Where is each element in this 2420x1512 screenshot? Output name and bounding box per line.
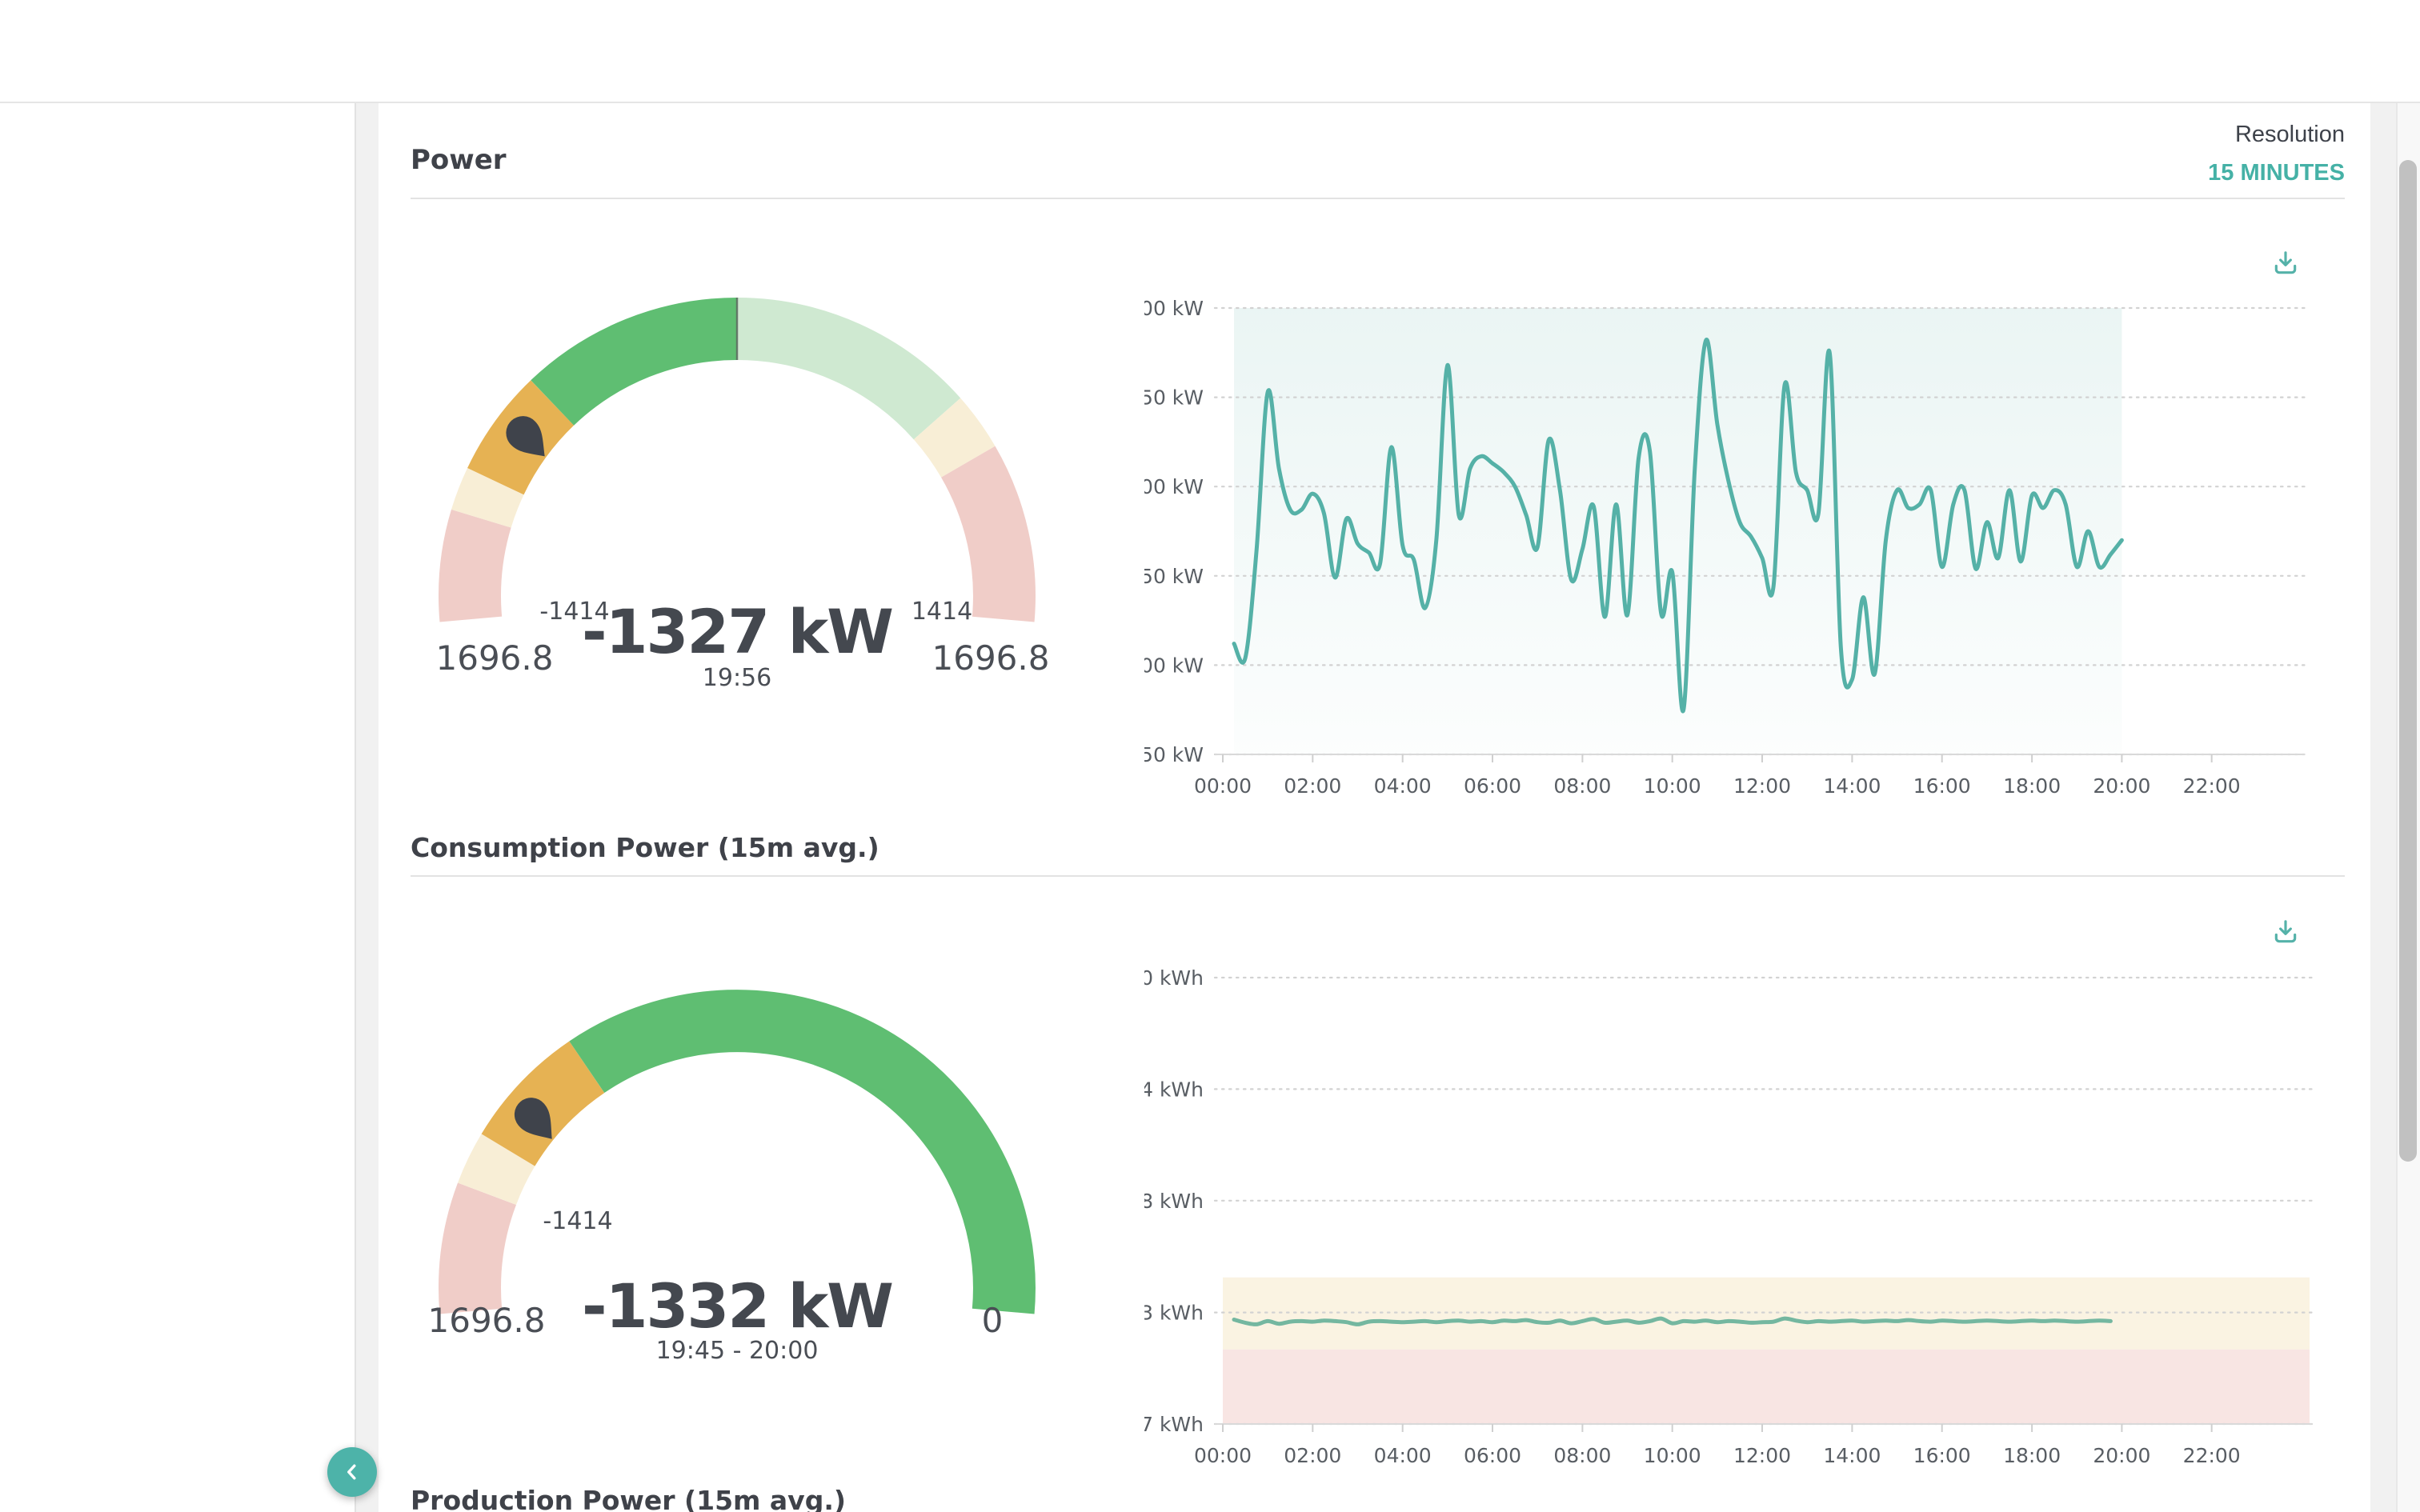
svg-text:00:00: 00:00 bbox=[1194, 774, 1252, 798]
svg-text:06:00: 06:00 bbox=[1464, 1444, 1521, 1467]
gauge-value: -1327 kW bbox=[537, 596, 937, 667]
gauge-tick-label: -1414 bbox=[498, 1207, 658, 1235]
consumption-line-chart[interactable]: 0 kWh -424 kWh -848 kWh -1273 kWh -1697 kWh 0… bbox=[1144, 912, 2401, 1512]
svg-text:0 kWh: 0 kWh bbox=[1144, 966, 1204, 990]
gauge-timestamp: 19:45 - 20:00 bbox=[597, 1337, 877, 1365]
svg-text:16:00: 16:00 bbox=[1913, 774, 1971, 798]
app-root: Gridly .energy Grid monitor bbox=[0, 0, 2420, 1512]
resolution-value[interactable]: 15 MINUTES bbox=[2065, 160, 2345, 186]
svg-text:22:00: 22:00 bbox=[2183, 774, 2241, 798]
svg-text:12:00: 12:00 bbox=[1733, 1444, 1791, 1467]
svg-text:-1273 kWh: -1273 kWh bbox=[1144, 1302, 1204, 1325]
svg-text:18:00: 18:00 bbox=[2003, 774, 2061, 798]
svg-text:-424 kWh: -424 kWh bbox=[1144, 1078, 1204, 1101]
svg-text:-1697 kWh: -1697 kWh bbox=[1144, 1413, 1204, 1436]
svg-text:-1300 kW: -1300 kW bbox=[1144, 475, 1204, 498]
svg-text:08:00: 08:00 bbox=[1553, 1444, 1611, 1467]
svg-text:20:00: 20:00 bbox=[2093, 1444, 2150, 1467]
svg-text:18:00: 18:00 bbox=[2003, 1444, 2061, 1467]
section-title-consumption: Consumption Power (15m avg.) bbox=[411, 832, 879, 863]
section-divider bbox=[411, 875, 2345, 877]
svg-text:16:00: 16:00 bbox=[1913, 1444, 1971, 1467]
vertical-scrollbar-thumb[interactable] bbox=[2399, 160, 2417, 1162]
section-title-production: Production Power (15m avg.) bbox=[411, 1485, 846, 1512]
svg-text:-1350 kW: -1350 kW bbox=[1144, 565, 1204, 588]
resolution-label: Resolution bbox=[2145, 122, 2345, 148]
app-header bbox=[0, 0, 2420, 103]
section-title-power: Power bbox=[411, 144, 507, 176]
svg-text:10:00: 10:00 bbox=[1644, 1444, 1701, 1467]
chevron-left-icon bbox=[339, 1458, 366, 1486]
svg-text:-848 kWh: -848 kWh bbox=[1144, 1190, 1204, 1213]
gauge-timestamp: 19:56 bbox=[617, 664, 857, 692]
sidebar-collapse-button[interactable] bbox=[327, 1447, 377, 1497]
svg-text:-1250 kW: -1250 kW bbox=[1144, 386, 1204, 410]
svg-text:20:00: 20:00 bbox=[2093, 774, 2150, 798]
section-divider bbox=[411, 198, 2345, 199]
svg-text:04:00: 04:00 bbox=[1374, 1444, 1432, 1467]
svg-text:22:00: 22:00 bbox=[2183, 1444, 2241, 1467]
svg-text:-1400 kW: -1400 kW bbox=[1144, 654, 1204, 677]
svg-text:02:00: 02:00 bbox=[1284, 1444, 1341, 1467]
sidebar bbox=[0, 103, 356, 1512]
svg-text:10:00: 10:00 bbox=[1644, 774, 1701, 798]
power-line-chart[interactable]: -1200 kW -1250 kW -1300 kW -1350 kW -1400 kW… bbox=[1144, 240, 2401, 848]
svg-text:04:00: 04:00 bbox=[1374, 774, 1432, 798]
svg-text:12:00: 12:00 bbox=[1733, 774, 1791, 798]
svg-text:00:00: 00:00 bbox=[1194, 1444, 1252, 1467]
svg-text:-1450 kW: -1450 kW bbox=[1144, 743, 1204, 766]
svg-text:-1200 kW: -1200 kW bbox=[1144, 297, 1204, 320]
gauge-value: -1332 kW bbox=[537, 1270, 937, 1342]
svg-text:06:00: 06:00 bbox=[1464, 774, 1521, 798]
svg-text:02:00: 02:00 bbox=[1284, 774, 1341, 798]
svg-text:08:00: 08:00 bbox=[1553, 774, 1611, 798]
svg-text:14:00: 14:00 bbox=[1823, 774, 1881, 798]
svg-text:14:00: 14:00 bbox=[1823, 1444, 1881, 1467]
